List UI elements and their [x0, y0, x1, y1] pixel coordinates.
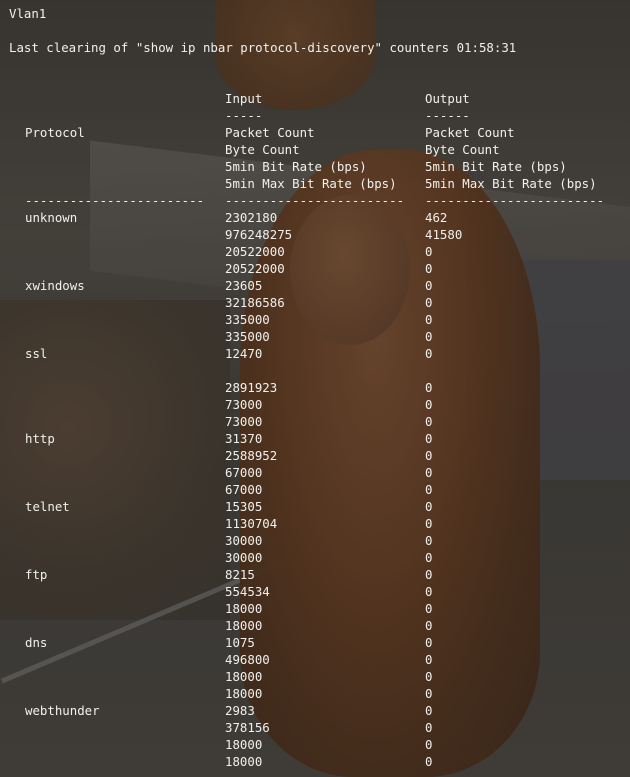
output-value: 0: [425, 584, 433, 599]
input-value: 554534: [225, 584, 270, 599]
protocol-name: ftp: [25, 567, 48, 582]
output-value: 0: [425, 686, 433, 701]
input-value: 496800: [225, 652, 270, 667]
output-value: 0: [425, 278, 433, 293]
output-value: 0: [425, 380, 433, 395]
output-value: 41580: [425, 227, 463, 242]
input-value: 2588952: [225, 448, 278, 463]
output-value: 0: [425, 516, 433, 531]
input-value: 30000: [225, 533, 263, 548]
output-value: 0: [425, 618, 433, 633]
output-value: 0: [425, 499, 433, 514]
input-underline: -----: [225, 108, 263, 123]
interface-name: Vlan1: [9, 6, 47, 21]
input-metric-label: 5min Bit Rate (bps): [225, 159, 367, 174]
output-value: 0: [425, 533, 433, 548]
output-value: 462: [425, 210, 448, 225]
output-value: 0: [425, 737, 433, 752]
dim-overlay: [0, 0, 630, 777]
input-value: 18000: [225, 618, 263, 633]
input-value: 378156: [225, 720, 270, 735]
input-value: 18000: [225, 686, 263, 701]
protocol-name: xwindows: [25, 278, 85, 293]
input-value: 67000: [225, 482, 263, 497]
input-value: 20522000: [225, 261, 285, 276]
output-value: 0: [425, 567, 433, 582]
output-underline: ------: [425, 108, 470, 123]
protocol-name: ssl: [25, 346, 48, 361]
input-header: Input: [225, 91, 263, 106]
protocol-name: dns: [25, 635, 48, 650]
output-value: 0: [425, 448, 433, 463]
output-value: 0: [425, 261, 433, 276]
output-value: 0: [425, 669, 433, 684]
protocol-name: webthunder: [25, 703, 100, 718]
protocol-header: Protocol: [25, 125, 85, 140]
input-value: 20522000: [225, 244, 285, 259]
output-value: 0: [425, 329, 433, 344]
input-value: 976248275: [225, 227, 293, 242]
input-value: 31370: [225, 431, 263, 446]
output-metric-label: 5min Max Bit Rate (bps): [425, 176, 597, 191]
output-value: 0: [425, 397, 433, 412]
input-value: 1075: [225, 635, 255, 650]
input-value: 2891923: [225, 380, 278, 395]
separator-protocol: ------------------------: [25, 193, 205, 208]
separator-output: ------------------------: [425, 193, 605, 208]
output-value: 0: [425, 482, 433, 497]
output-metric-label: Byte Count: [425, 142, 500, 157]
input-value: 18000: [225, 601, 263, 616]
output-value: 0: [425, 601, 433, 616]
input-value: 335000: [225, 312, 270, 327]
output-value: 0: [425, 312, 433, 327]
input-value: 18000: [225, 754, 263, 769]
output-value: 0: [425, 295, 433, 310]
input-value: 18000: [225, 737, 263, 752]
output-value: 0: [425, 652, 433, 667]
input-metric-label: 5min Max Bit Rate (bps): [225, 176, 397, 191]
output-metric-label: Packet Count: [425, 125, 515, 140]
protocol-name: unknown: [25, 210, 78, 225]
input-value: 18000: [225, 669, 263, 684]
input-value: 23605: [225, 278, 263, 293]
output-value: 0: [425, 244, 433, 259]
output-value: 0: [425, 550, 433, 565]
output-value: 0: [425, 431, 433, 446]
input-metric-label: Packet Count: [225, 125, 315, 140]
input-value: 67000: [225, 465, 263, 480]
input-metric-label: Byte Count: [225, 142, 300, 157]
output-value: 0: [425, 414, 433, 429]
input-value: 32186586: [225, 295, 285, 310]
input-value: 12470: [225, 346, 263, 361]
input-value: 1130704: [225, 516, 278, 531]
output-value: 0: [425, 703, 433, 718]
output-value: 0: [425, 465, 433, 480]
input-value: 73000: [225, 414, 263, 429]
protocol-name: telnet: [25, 499, 70, 514]
input-value: 15305: [225, 499, 263, 514]
output-value: 0: [425, 346, 433, 361]
protocol-name: http: [25, 431, 55, 446]
input-value: 2983: [225, 703, 255, 718]
output-header: Output: [425, 91, 470, 106]
last-clearing-line: Last clearing of "show ip nbar protocol-…: [9, 40, 517, 55]
input-value: 2302180: [225, 210, 278, 225]
separator-input: ------------------------: [225, 193, 405, 208]
output-value: 0: [425, 754, 433, 769]
background-photo: [0, 0, 630, 777]
output-value: 0: [425, 720, 433, 735]
input-value: 335000: [225, 329, 270, 344]
input-value: 8215: [225, 567, 255, 582]
input-value: 30000: [225, 550, 263, 565]
output-value: 0: [425, 635, 433, 650]
input-value: 73000: [225, 397, 263, 412]
output-metric-label: 5min Bit Rate (bps): [425, 159, 567, 174]
